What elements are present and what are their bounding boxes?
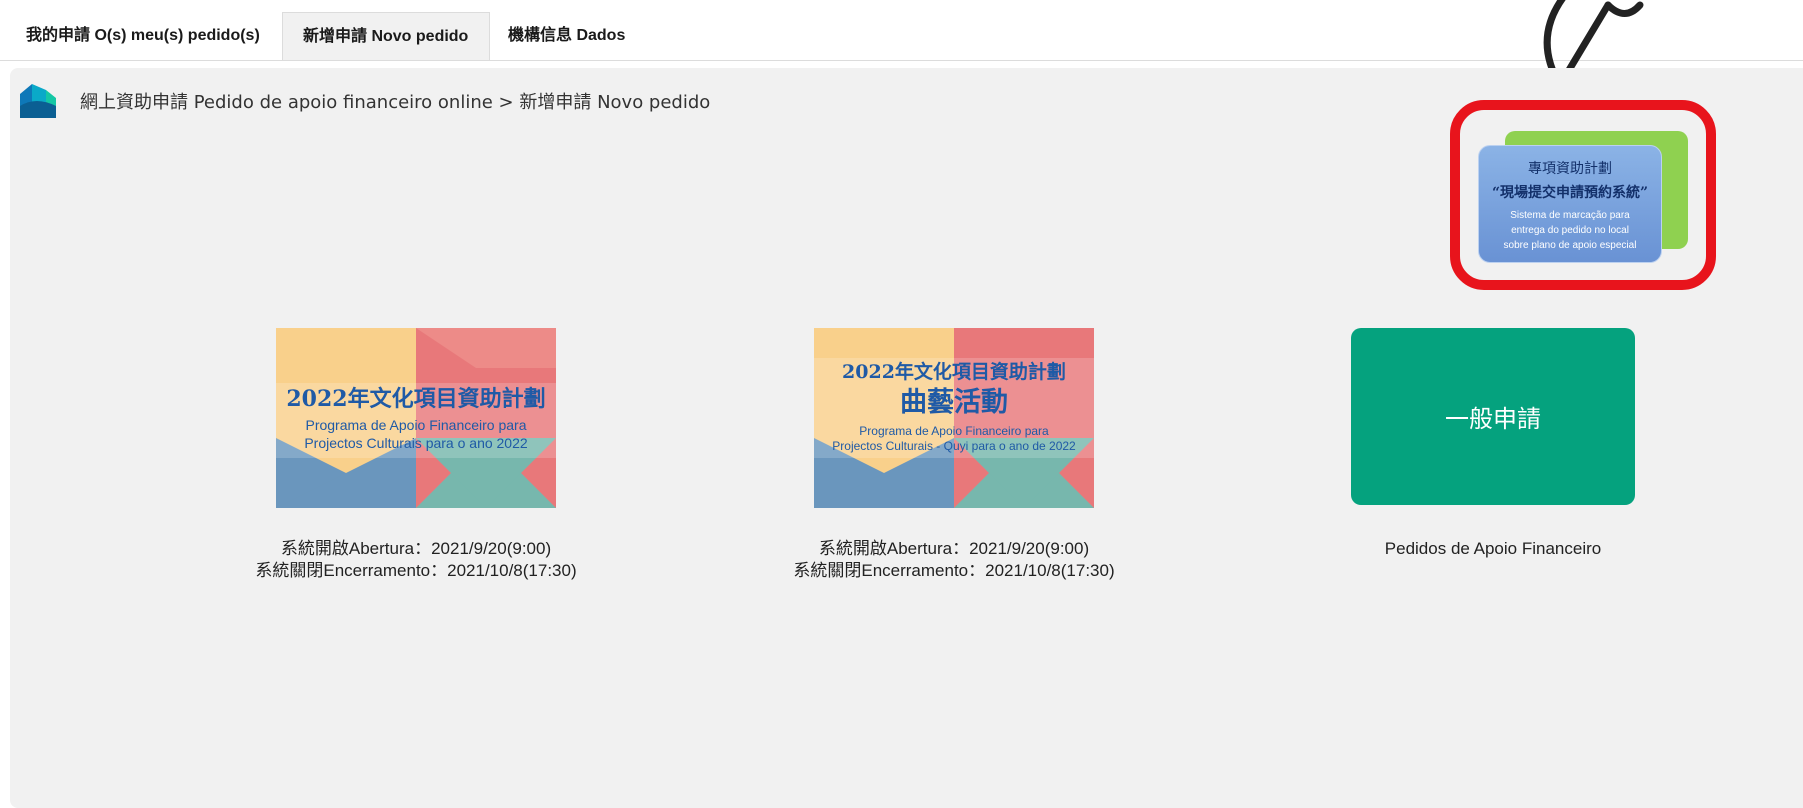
banner-1-title: 2022年文化項目資助計劃 [286,386,545,412]
special-plan-desc-line-3: sobre plano de apoio especial [1503,240,1637,251]
banner-2-subtitle-2: Projectos Culturais - Quyi para o ano de… [832,439,1076,453]
banner-2-title-quyi: 曲藝活動 [900,387,1008,418]
general-application-caption: Pedidos de Apoio Financeiro [1384,539,1602,558]
banner-2-close-time: 系統關閉Encerramento：2021/10/8(17:30) [793,561,1115,580]
banner-2-open-time: 系統開啟Abertura：2021/9/20(9:00) [818,539,1090,558]
special-plan-booking-button[interactable]: 專項資助計劃 “現場提交申請預約系統” Sistema de marcação … [1478,131,1688,265]
banner-1-open-time: 系統開啟Abertura：2021/9/20(9:00) [280,539,552,558]
banner-1-close-time: 系統關閉Encerramento：2021/10/8(17:30) [255,561,577,580]
banner-1-subtitle-1: Programa de Apoio Financeiro para [305,417,526,433]
tab-new-application[interactable]: 新增申請 Novo pedido [282,12,490,60]
special-plan-subtitle: “現場提交申請預約系統” [1491,185,1649,201]
banner-2-schedule: 系統開啟Abertura：2021/9/20(9:00) 系統關閉Encerra… [754,538,1154,582]
site-logo-icon [20,84,56,118]
program-2022-quyi-banner[interactable]: 2022年文化項目資助計劃 曲藝活動 Programa de Apoio Fin… [814,328,1094,508]
program-2022-banner[interactable]: 2022年文化項目資助計劃 Programa de Apoio Financei… [276,328,556,508]
tab-my-applications[interactable]: 我的申請 O(s) meu(s) pedido(s) [6,12,286,60]
special-plan-description: Sistema de marcação para entrega do pedi… [1479,208,1661,253]
banner-2-subtitle-1: Programa de Apoio Financeiro para [859,424,1049,438]
breadcrumb: 網上資助申請 Pedido de apoio financeiro online… [80,92,711,113]
tab-institution-data[interactable]: 機構信息 Dados institucionais [488,12,748,92]
general-application-button[interactable]: 一般申請 [1351,328,1635,505]
banner-1-schedule: 系統開啟Abertura：2021/9/20(9:00) 系統關閉Encerra… [216,538,616,582]
special-plan-desc-line-1: Sistema de marcação para [1510,210,1630,221]
banner-2-title: 2022年文化項目資助計劃 [842,360,1066,383]
banner-1-subtitle-2: Projectos Culturais para o ano 2022 [304,435,528,451]
special-plan-title: 專項資助計劃 [1528,161,1612,177]
special-plan-card: 專項資助計劃 “現場提交申請預約系統” Sistema de marcação … [1478,145,1662,263]
special-plan-desc-line-2: entrega do pedido no local [1511,225,1629,236]
